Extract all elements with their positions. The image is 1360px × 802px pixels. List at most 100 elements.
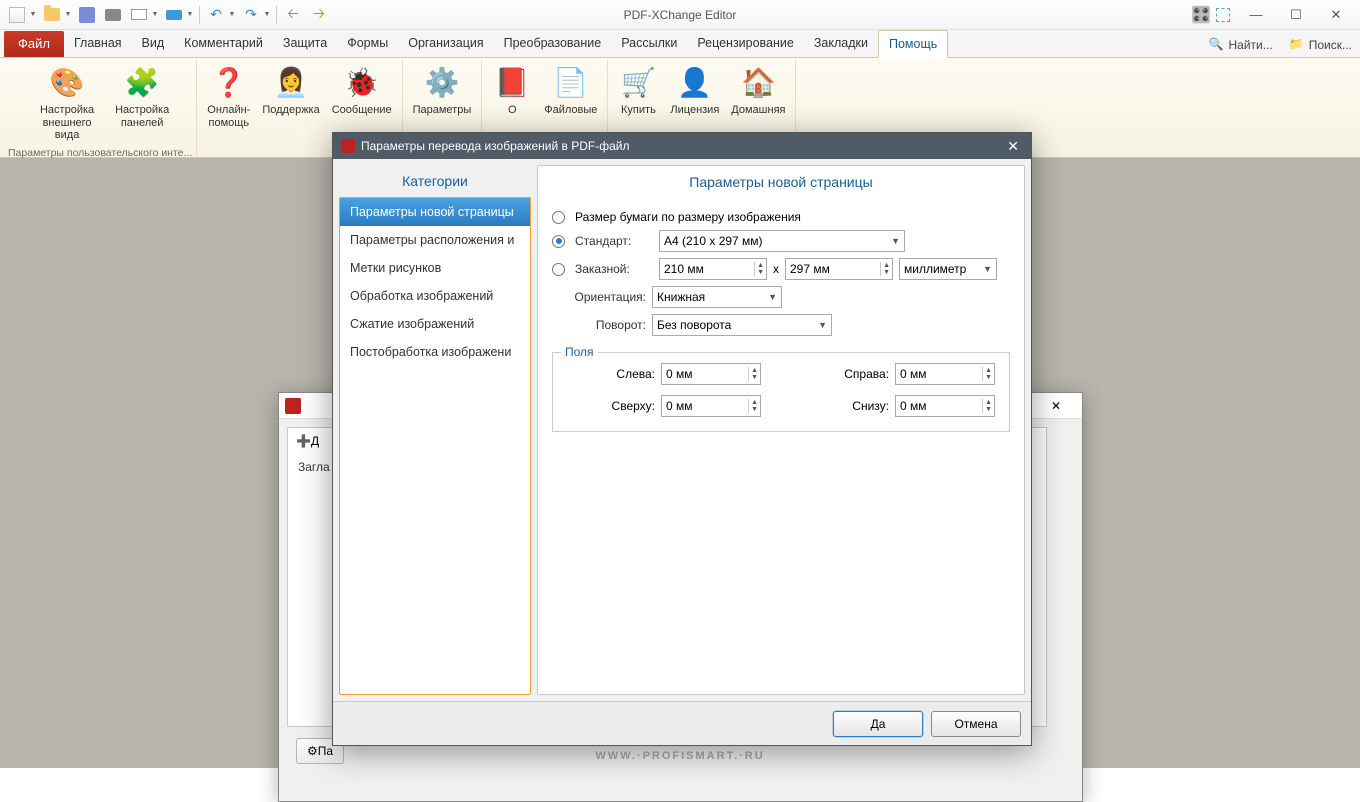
category-item[interactable]: Постобработка изображени <box>340 338 530 366</box>
size-custom-radio[interactable] <box>552 263 565 276</box>
bottom-margin-label: Снизу: <box>852 399 889 413</box>
ribbon-label: Лицензия <box>670 104 719 117</box>
ribbon-item[interactable]: 🧩Настройка панелей <box>109 60 175 144</box>
spinner-icon: ▲▼ <box>880 262 890 276</box>
dialog-close-button[interactable]: ✕ <box>1003 138 1023 155</box>
right-margin-spin[interactable]: 0 мм ▲▼ <box>895 363 995 385</box>
find-label: Найти... <box>1228 38 1272 52</box>
menu-tabs: Файл ГлавнаяВидКомментарийЗащитаФормыОрг… <box>0 30 1360 58</box>
size-by-image-label: Размер бумаги по размеру изображения <box>575 210 801 224</box>
tab-организация[interactable]: Организация <box>398 30 493 57</box>
search-folder-icon: 📁 <box>1289 37 1305 53</box>
watermark: WWW.·PROFISMART.·RU <box>595 750 764 762</box>
add-label: Д <box>311 434 319 448</box>
tab-вид[interactable]: Вид <box>132 30 175 57</box>
ribbon-icon: ❓ <box>209 62 249 102</box>
params-label: Па <box>318 744 333 758</box>
add-button[interactable]: ➕ Д <box>296 434 319 448</box>
rotation-combo[interactable]: Без поворота▼ <box>652 314 832 336</box>
ribbon-label: Настройка панелей <box>115 104 169 129</box>
ribbon-group: 🎨Настройка внешнего вида🧩Настройка панел… <box>4 60 197 157</box>
folder-icon <box>44 8 60 21</box>
fullscreen-icon[interactable] <box>1216 8 1230 22</box>
undo-dropdown[interactable]: ▼ <box>227 3 237 27</box>
search-button[interactable]: 📁Поиск... <box>1281 33 1360 57</box>
find-button[interactable]: 🔍Найти... <box>1200 33 1280 57</box>
orientation-combo[interactable]: Книжная▼ <box>652 286 782 308</box>
custom-height-value: 297 мм <box>790 262 830 276</box>
image-to-pdf-dialog: Параметры перевода изображений в PDF-фай… <box>332 132 1032 746</box>
tab-преобразование[interactable]: Преобразование <box>494 30 612 57</box>
ribbon-icon: 🐞 <box>342 62 382 102</box>
tab-главная[interactable]: Главная <box>64 30 132 57</box>
separator <box>199 6 200 24</box>
quick-access-toolbar: ▼ ▼ ▼ ▼ ↶▼ ↷▼ 🡠 🡢 🎛️ — ☐ ✕ <box>0 0 1360 30</box>
top-margin-value: 0 мм <box>666 399 693 413</box>
open-dropdown[interactable]: ▼ <box>63 3 73 27</box>
redo-dropdown[interactable]: ▼ <box>262 3 272 27</box>
chevron-down-icon: ▼ <box>818 320 827 330</box>
parent-dialog-close[interactable]: ✕ <box>1036 399 1076 413</box>
category-item[interactable]: Обработка изображений <box>340 282 530 310</box>
dialog-footer: Да Отмена <box>333 701 1031 745</box>
scan-dropdown[interactable]: ▼ <box>185 3 195 27</box>
bottom-margin-spin[interactable]: 0 мм▲▼ <box>895 395 995 417</box>
unit-combo[interactable]: миллиметр▼ <box>899 258 997 280</box>
category-item[interactable]: Параметры новой страницы <box>340 198 530 226</box>
parent-column-header: Загла <box>298 460 330 474</box>
custom-height-spin[interactable]: 297 мм ▲▼ <box>785 258 893 280</box>
ribbon-item[interactable]: 👩‍💼Поддержка <box>256 60 325 153</box>
tab-рассылки[interactable]: Рассылки <box>611 30 687 57</box>
separator <box>276 6 277 24</box>
mail-icon <box>131 9 147 20</box>
right-margin-value: 0 мм <box>900 367 927 381</box>
ui-options-icon[interactable]: 🎛️ <box>1192 6 1210 24</box>
ok-button[interactable]: Да <box>833 711 923 737</box>
custom-label: Заказной: <box>575 262 653 276</box>
pdf-icon <box>341 139 355 153</box>
print-icon <box>105 9 121 21</box>
tab-закладки[interactable]: Закладки <box>804 30 878 57</box>
tab-комментарий[interactable]: Комментарий <box>174 30 273 57</box>
category-item[interactable]: Метки рисунков <box>340 254 530 282</box>
left-margin-spin[interactable]: 0 мм▲▼ <box>661 363 761 385</box>
custom-width-value: 210 мм <box>664 262 704 276</box>
size-standard-radio[interactable] <box>552 235 565 248</box>
new-doc-dropdown[interactable]: ▼ <box>28 3 38 27</box>
print-button[interactable] <box>101 3 125 27</box>
close-button[interactable]: ✕ <box>1316 3 1356 27</box>
undo-button[interactable]: ↶ <box>204 3 228 27</box>
category-item[interactable]: Параметры расположения и <box>340 226 530 254</box>
ribbon-item[interactable]: ❓Онлайн- помощь <box>201 60 256 153</box>
size-by-image-radio[interactable] <box>552 211 565 224</box>
tab-защита[interactable]: Защита <box>273 30 337 57</box>
ribbon-icon: 📄 <box>551 62 591 102</box>
mail-button[interactable] <box>127 3 151 27</box>
mail-dropdown[interactable]: ▼ <box>150 3 160 27</box>
tab-помощь[interactable]: Помощь <box>878 30 948 58</box>
new-doc-button[interactable] <box>5 3 29 27</box>
category-item[interactable]: Сжатие изображений <box>340 310 530 338</box>
minimize-button[interactable]: — <box>1236 3 1276 27</box>
maximize-button[interactable]: ☐ <box>1276 3 1316 27</box>
cancel-button[interactable]: Отмена <box>931 711 1021 737</box>
scan-button[interactable] <box>162 3 186 27</box>
nav-forward-button[interactable]: 🡢 <box>307 3 331 27</box>
categories-header: Категории <box>339 165 531 197</box>
tab-формы[interactable]: Формы <box>337 30 398 57</box>
open-button[interactable] <box>40 3 64 27</box>
nav-back-button[interactable]: 🡠 <box>281 3 305 27</box>
spinner-icon: ▲▼ <box>982 367 992 381</box>
custom-width-spin[interactable]: 210 мм ▲▼ <box>659 258 767 280</box>
file-tab[interactable]: Файл <box>4 31 64 57</box>
redo-button[interactable]: ↷ <box>239 3 263 27</box>
top-margin-spin[interactable]: 0 мм▲▼ <box>661 395 761 417</box>
spinner-icon: ▲▼ <box>754 262 764 276</box>
unit-value: миллиметр <box>904 262 966 276</box>
ribbon-icon: 🎨 <box>47 62 87 102</box>
standard-size-combo[interactable]: A4 (210 x 297 мм)▼ <box>659 230 905 252</box>
left-margin-label: Слева: <box>616 367 655 381</box>
ribbon-item[interactable]: 🎨Настройка внешнего вида <box>25 60 109 144</box>
save-button[interactable] <box>75 3 99 27</box>
tab-рецензирование[interactable]: Рецензирование <box>687 30 804 57</box>
